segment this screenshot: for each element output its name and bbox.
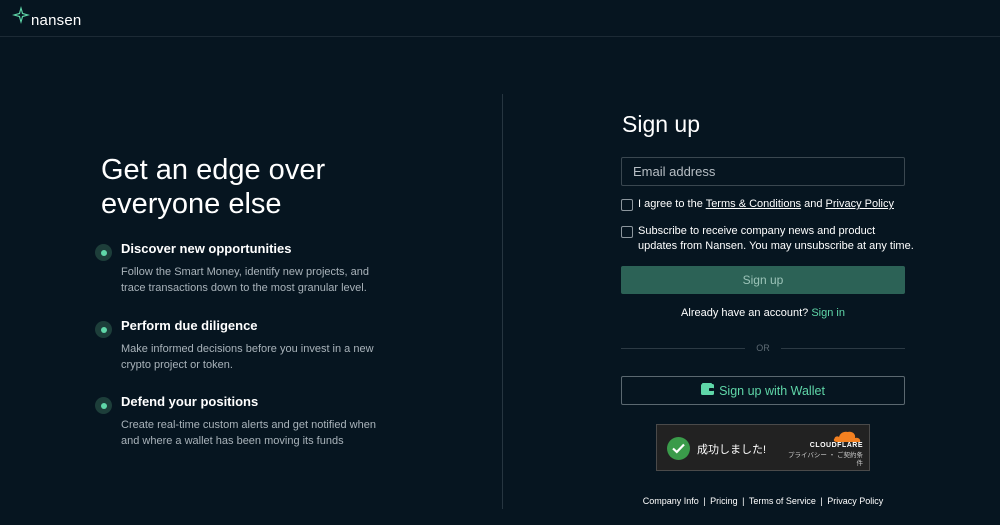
signin-link[interactable]: Sign in xyxy=(811,307,845,319)
subscribe-line-1: Subscribe to receive company news and pr… xyxy=(638,225,876,237)
hero-headline: Get an edge over everyone else xyxy=(101,153,431,221)
subscribe-line-2: updates from Nansen. You may unsubscribe… xyxy=(638,240,914,252)
footer-separator: | xyxy=(820,496,823,506)
feature-title: Perform due diligence xyxy=(121,318,258,333)
bullet-dot-icon xyxy=(95,321,112,338)
feature-title: Defend your positions xyxy=(121,394,259,409)
terms-label: I agree to the Terms & Conditions and Pr… xyxy=(638,197,894,212)
nansen-logo-icon xyxy=(12,6,30,29)
subscribe-checkbox[interactable] xyxy=(621,226,633,238)
signup-title: Sign up xyxy=(622,111,701,137)
bullet-dot-icon xyxy=(95,244,112,261)
privacy-policy-link[interactable]: Privacy Policy xyxy=(826,198,894,210)
terms-prefix: I agree to the xyxy=(638,198,706,210)
footer-terms-link[interactable]: Terms of Service xyxy=(749,496,816,506)
signup-wallet-button[interactable]: Sign up with Wallet xyxy=(621,376,905,405)
email-field[interactable] xyxy=(621,157,905,186)
wallet-icon xyxy=(701,383,719,398)
feature-description: Create real-time custom alerts and get n… xyxy=(121,419,376,447)
cloudflare-brand: CLOUDFLARE xyxy=(809,442,863,449)
captcha-privacy-link[interactable]: プライバシー xyxy=(788,452,827,459)
already-account-row: Already have an account? Sign in xyxy=(621,307,905,319)
captcha-widget[interactable]: 成功しました! CLOUDFLARE プライバシー ・ ご契約条件 xyxy=(656,424,870,471)
bullet-dot-icon xyxy=(95,397,112,414)
terms-and: and xyxy=(801,198,826,210)
wallet-button-label: Sign up with Wallet xyxy=(719,383,825,398)
footer-separator: | xyxy=(742,496,745,506)
footer-privacy-link[interactable]: Privacy Policy xyxy=(827,496,883,506)
feature-description: Make informed decisions before you inves… xyxy=(121,343,374,371)
top-bar: nansen xyxy=(0,0,1000,37)
footer-company-info-link[interactable]: Company Info xyxy=(643,496,699,506)
terms-checkbox[interactable] xyxy=(621,199,633,211)
already-text: Already have an account? xyxy=(681,307,809,319)
footer-links: Company Info | Pricing | Terms of Servic… xyxy=(621,496,905,506)
footer-separator: | xyxy=(703,496,706,506)
headline-line-1: Get an edge over xyxy=(101,154,326,186)
logo-text: nansen xyxy=(31,12,82,29)
captcha-link-separator: ・ xyxy=(828,452,836,459)
headline-line-2: everyone else xyxy=(101,188,282,220)
feature-description: Follow the Smart Money, identify new pro… xyxy=(121,266,370,294)
captcha-status: 成功しました! xyxy=(697,444,767,456)
terms-conditions-link[interactable]: Terms & Conditions xyxy=(706,198,801,210)
or-divider-right xyxy=(781,348,905,349)
feature-title: Discover new opportunities xyxy=(121,241,292,256)
footer-pricing-link[interactable]: Pricing xyxy=(710,496,738,506)
captcha-terms-link[interactable]: ご契約条件 xyxy=(837,452,863,467)
vertical-divider xyxy=(502,94,503,509)
signup-button[interactable]: Sign up xyxy=(621,266,905,294)
success-check-icon xyxy=(667,437,690,460)
or-divider-left xyxy=(621,348,745,349)
nansen-logo[interactable]: nansen xyxy=(12,6,81,29)
captcha-links: プライバシー ・ ご契約条件 xyxy=(783,452,863,468)
or-label: OR xyxy=(756,343,770,353)
subscribe-label: Subscribe to receive company news and pr… xyxy=(638,224,914,254)
